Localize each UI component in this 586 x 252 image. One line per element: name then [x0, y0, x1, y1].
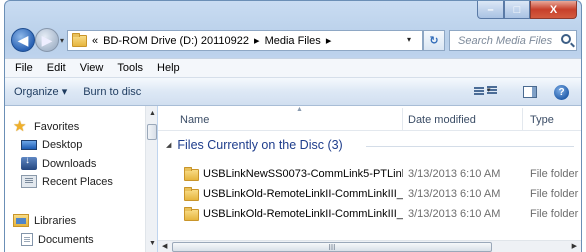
- column-divider[interactable]: [522, 108, 523, 130]
- folder-icon: [184, 207, 199, 221]
- folder-icon: [184, 167, 199, 181]
- breadcrumb-drive[interactable]: BD-ROM Drive (D:) 20110922: [103, 35, 249, 47]
- forward-button[interactable]: ▶: [35, 28, 59, 52]
- preview-pane-icon[interactable]: [523, 86, 537, 98]
- refresh-button[interactable]: ↻: [423, 30, 445, 51]
- sidebar-item-label: Downloads: [42, 157, 97, 170]
- search-input[interactable]: [458, 34, 554, 47]
- back-button[interactable]: ◀: [11, 28, 35, 52]
- collapse-group-icon[interactable]: ◢: [166, 141, 171, 149]
- star-icon: ★: [13, 118, 27, 135]
- file-list-pane: ▲ Name Date modified Type ◢ Files Curren…: [158, 106, 581, 252]
- sidebar-item-libraries[interactable]: Libraries: [13, 214, 76, 227]
- menu-edit[interactable]: Edit: [40, 62, 73, 74]
- sidebar-item-desktop[interactable]: Desktop: [21, 139, 82, 151]
- menu-bar: File Edit View Tools Help: [5, 58, 581, 78]
- column-divider[interactable]: [402, 108, 403, 130]
- sidebar-item-label: Recent Places: [42, 175, 113, 188]
- libraries-icon: [13, 214, 29, 227]
- search-icon[interactable]: [561, 34, 571, 44]
- menu-view[interactable]: View: [73, 62, 111, 74]
- minimize-button[interactable]: –: [477, 1, 504, 19]
- sidebar-item-documents[interactable]: Documents: [21, 233, 94, 246]
- recent-places-icon: [21, 175, 37, 188]
- maximize-button[interactable]: □: [504, 1, 530, 19]
- file-name: USBLinkOld-RemoteLinkII-CommLinkIII_I...: [203, 208, 403, 220]
- menu-tools[interactable]: Tools: [110, 62, 150, 74]
- scroll-right-icon[interactable]: ▶: [572, 242, 577, 250]
- scrollbar-thumb[interactable]: III: [172, 242, 492, 252]
- breadcrumb-separator-icon[interactable]: ▸: [254, 34, 260, 47]
- recent-pages-dropdown-icon[interactable]: ▾: [60, 36, 64, 45]
- menu-help[interactable]: Help: [150, 62, 187, 74]
- horizontal-scrollbar[interactable]: ◀ III ▶: [158, 240, 581, 252]
- explorer-window: – □ X ◀ ▶ ▾ « BD-ROM Drive (D:) 20110922…: [4, 0, 582, 252]
- sidebar-item-label: Desktop: [42, 139, 83, 151]
- breadcrumb-overflow[interactable]: «: [92, 35, 98, 47]
- sidebar-item-recent-places[interactable]: Recent Places: [21, 175, 113, 188]
- scrollbar-grip: III: [328, 242, 336, 252]
- scroll-down-icon[interactable]: ▼: [149, 240, 156, 247]
- file-name: USBLinkOld-RemoteLinkII-CommLinkIII_I...: [203, 188, 403, 200]
- file-name: USBLinkNewSS0073-CommLink5-PTLinkI...: [203, 168, 403, 180]
- file-date: 3/13/2013 6:10 AM: [408, 168, 501, 180]
- folder-icon: [72, 32, 87, 47]
- group-divider: [366, 146, 574, 147]
- folder-icon: [184, 187, 199, 201]
- file-date: 3/13/2013 6:10 AM: [408, 188, 501, 200]
- table-row[interactable]: USBLinkNewSS0073-CommLink5-PTLinkI... 3/…: [158, 164, 581, 184]
- column-headers: ▲ Name Date modified Type: [158, 106, 581, 131]
- table-row[interactable]: USBLinkOld-RemoteLinkII-CommLinkIII_I...…: [158, 204, 581, 224]
- column-header-name[interactable]: Name: [180, 114, 209, 126]
- command-bar: Organize ▾ Burn to disc ▾ ?: [5, 78, 581, 106]
- address-bar[interactable]: « BD-ROM Drive (D:) 20110922 ▸ Media Fil…: [67, 30, 423, 51]
- address-row: ◀ ▶ ▾ « BD-ROM Drive (D:) 20110922 ▸ Med…: [5, 23, 581, 55]
- help-icon[interactable]: ?: [554, 85, 569, 100]
- file-date: 3/13/2013 6:10 AM: [408, 208, 501, 220]
- documents-icon: [21, 233, 33, 246]
- scroll-up-icon[interactable]: ▲: [149, 110, 156, 117]
- file-type: File folder: [530, 188, 579, 200]
- sidebar-item-downloads[interactable]: Downloads: [21, 155, 97, 170]
- menu-file[interactable]: File: [8, 62, 40, 74]
- group-title: Files Currently on the Disc (3): [177, 138, 343, 152]
- scrollbar-thumb[interactable]: [147, 124, 157, 140]
- view-list-icon: [474, 86, 484, 96]
- breadcrumb-media-files[interactable]: Media Files: [265, 35, 321, 47]
- table-row[interactable]: USBLinkOld-RemoteLinkII-CommLinkIII_I...…: [158, 184, 581, 204]
- chevron-down-icon: ▾: [487, 86, 497, 95]
- desktop-icon: [21, 140, 37, 150]
- sidebar-item-label: Documents: [38, 233, 94, 246]
- file-type: File folder: [530, 208, 579, 220]
- navigation-pane: ★ Favorites Desktop Downloads Recent Pla…: [5, 106, 157, 252]
- sort-ascending-icon: ▲: [296, 106, 303, 113]
- sidebar-item-label: Libraries: [34, 214, 77, 227]
- search-box[interactable]: [449, 30, 577, 51]
- address-dropdown-icon[interactable]: ▾: [407, 35, 411, 44]
- column-header-type[interactable]: Type: [530, 114, 554, 126]
- burn-to-disc-button[interactable]: Burn to disc: [75, 86, 149, 98]
- column-header-date-modified[interactable]: Date modified: [408, 114, 476, 126]
- breadcrumb-separator-icon[interactable]: ▸: [326, 34, 332, 47]
- scroll-left-icon[interactable]: ◀: [162, 242, 167, 250]
- sidebar-item-favorites[interactable]: ★ Favorites: [13, 118, 80, 135]
- downloads-icon: [21, 155, 37, 170]
- group-header[interactable]: ◢ Files Currently on the Disc (3): [166, 138, 343, 152]
- close-button[interactable]: X: [530, 1, 577, 19]
- change-view-button[interactable]: ▾: [474, 83, 497, 99]
- file-type: File folder: [530, 168, 579, 180]
- sidebar-item-label: Favorites: [34, 120, 80, 133]
- organize-button[interactable]: Organize ▾: [5, 85, 75, 98]
- nav-pane-scrollbar[interactable]: ▲ ▼: [145, 106, 157, 252]
